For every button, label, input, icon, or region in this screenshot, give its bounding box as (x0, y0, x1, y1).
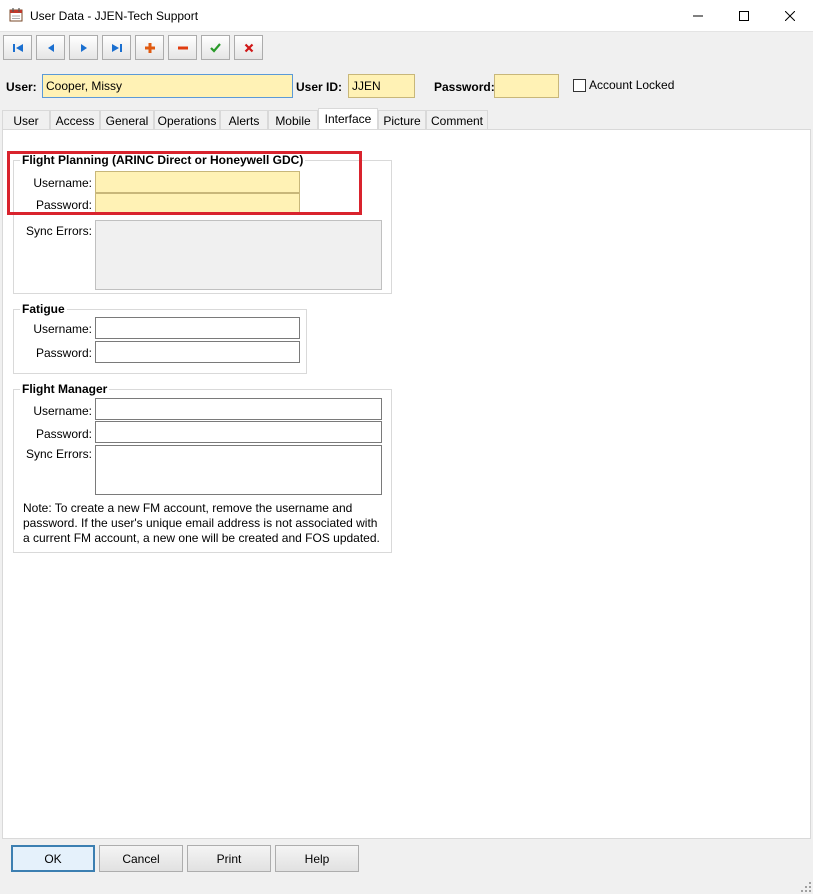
fatigue-group: Fatigue Username: Password: (13, 302, 307, 374)
cancel-x-icon (244, 43, 253, 52)
tab-operations[interactable]: Operations (154, 110, 220, 130)
app-icon (9, 8, 23, 22)
tab-picture[interactable]: Picture (378, 110, 426, 130)
help-button[interactable]: Help (275, 845, 359, 872)
user-id-label: User ID: (296, 80, 343, 94)
next-record-button[interactable] (69, 35, 98, 60)
interface-tab-page: Flight Planning (ARINC Direct or Honeywe… (2, 129, 811, 839)
next-record-icon (80, 43, 87, 52)
fatigue-password-label: Password: (35, 346, 92, 360)
window-title: User Data - JJEN-Tech Support (30, 9, 199, 23)
add-record-button[interactable] (135, 35, 164, 60)
fp-sync-errors-box[interactable] (95, 220, 382, 290)
maximize-button[interactable] (721, 0, 767, 32)
delete-icon (177, 46, 188, 49)
close-button[interactable] (767, 0, 813, 32)
fm-note: Note: To create a new FM account, remove… (23, 501, 389, 546)
header-password-label: Password: (434, 80, 495, 94)
maximize-icon (739, 11, 749, 21)
first-record-button[interactable] (3, 35, 32, 60)
fatigue-username-label: Username: (33, 322, 92, 336)
previous-record-icon (47, 43, 54, 52)
fm-sync-errors-label: Sync Errors: (25, 447, 92, 461)
add-icon (144, 42, 155, 53)
fm-password-label: Password: (35, 427, 92, 441)
resize-grip-icon[interactable] (801, 882, 811, 892)
save-check-icon (210, 42, 221, 53)
first-record-icon (12, 43, 23, 52)
delete-record-button[interactable] (168, 35, 197, 60)
last-record-icon (111, 43, 122, 52)
flight-manager-group: Flight Manager Username: Password: Sync … (13, 382, 392, 553)
fm-password-field[interactable] (95, 421, 382, 443)
previous-record-button[interactable] (36, 35, 65, 60)
print-button[interactable]: Print (187, 845, 271, 872)
save-record-button[interactable] (201, 35, 230, 60)
tab-alerts[interactable]: Alerts (220, 110, 268, 130)
fatigue-password-field[interactable] (95, 341, 300, 363)
highlight-annotation-box (7, 151, 362, 215)
fatigue-title: Fatigue (20, 302, 67, 316)
fm-note-line-1: Note: To create a new FM account, remove… (23, 501, 353, 515)
minimize-button[interactable] (675, 0, 721, 32)
flight-manager-title: Flight Manager (20, 382, 110, 396)
fp-sync-errors-label: Sync Errors: (25, 224, 92, 238)
fm-username-label: Username: (33, 404, 92, 418)
record-toolbar (0, 32, 813, 64)
cancel-button[interactable]: Cancel (99, 845, 183, 872)
tab-comment[interactable]: Comment (426, 110, 488, 130)
user-label: User: (6, 80, 37, 94)
account-locked-checkbox[interactable] (573, 79, 586, 92)
fm-note-line-2: password. If the user's unique email add… (23, 516, 378, 530)
tab-mobile[interactable]: Mobile (268, 110, 318, 130)
tab-access[interactable]: Access (50, 110, 100, 130)
account-locked-label: Account Locked (589, 78, 675, 92)
fm-note-line-3: a current FM account, a new one will be … (23, 531, 380, 545)
cancel-edit-button[interactable] (234, 35, 263, 60)
user-name-field[interactable] (42, 74, 293, 98)
tab-user[interactable]: User (2, 110, 50, 130)
user-id-field[interactable] (348, 74, 415, 98)
close-icon (785, 11, 795, 21)
ok-button[interactable]: OK (11, 845, 95, 872)
title-bar: User Data - JJEN-Tech Support (0, 0, 813, 32)
fatigue-username-field[interactable] (95, 317, 300, 339)
fm-username-field[interactable] (95, 398, 382, 420)
last-record-button[interactable] (102, 35, 131, 60)
header-password-field[interactable] (494, 74, 559, 98)
tab-general[interactable]: General (100, 110, 154, 130)
fm-sync-errors-box[interactable] (95, 445, 382, 495)
tab-interface[interactable]: Interface (318, 108, 378, 130)
minimize-icon (693, 15, 703, 17)
